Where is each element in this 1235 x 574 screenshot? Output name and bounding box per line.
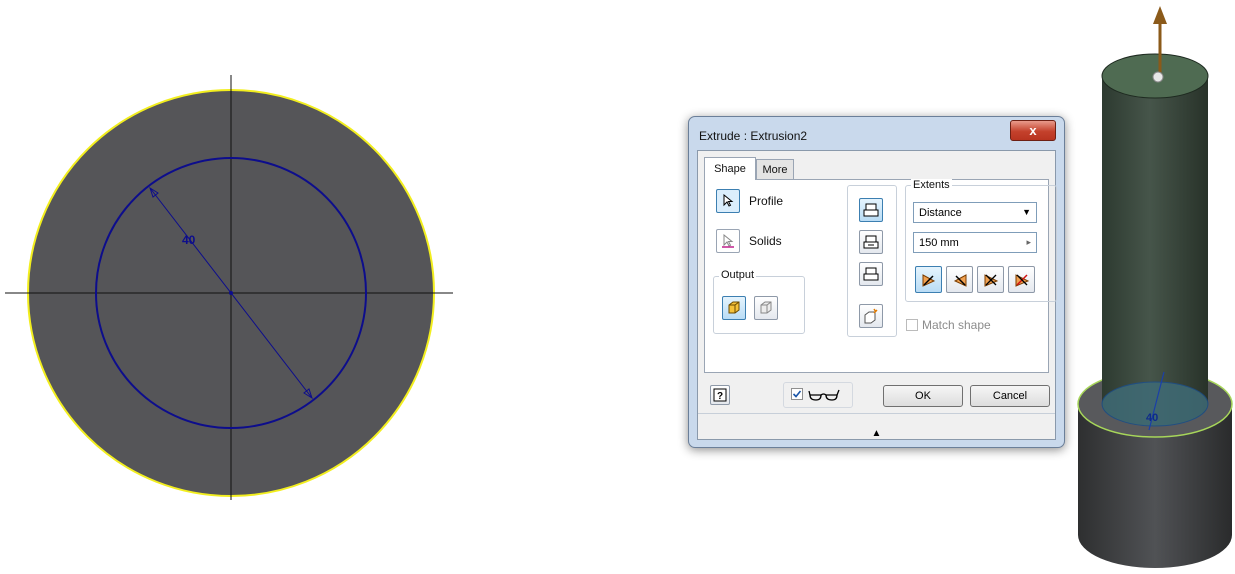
preview-checkbox[interactable] bbox=[791, 388, 803, 400]
help-button[interactable]: ? bbox=[710, 385, 730, 405]
dialog-titlebar[interactable]: Extrude : Extrusion2 x bbox=[689, 117, 1064, 149]
profile-label: Profile bbox=[749, 194, 784, 208]
join-button[interactable] bbox=[859, 198, 883, 222]
new-solid-button[interactable] bbox=[859, 304, 883, 328]
solid-output-button[interactable] bbox=[722, 296, 746, 320]
manipulator-grip bbox=[1152, 71, 1164, 83]
asymmetric-icon bbox=[1015, 273, 1029, 287]
distance-input[interactable]: 150 mm ▸ bbox=[913, 232, 1037, 253]
close-icon: x bbox=[1029, 123, 1037, 138]
shape-tab-panel: Profile Solids Output Extents Distance ▼… bbox=[704, 179, 1057, 373]
tab-more[interactable]: More bbox=[756, 159, 794, 179]
dialog-client: Shape More Profile Solids Output Extents… bbox=[697, 150, 1057, 440]
svg-text:?: ? bbox=[717, 391, 723, 402]
intersect-button[interactable] bbox=[859, 262, 883, 286]
dialog-title: Extrude : Extrusion2 bbox=[699, 129, 808, 143]
distance-value: 150 mm bbox=[919, 236, 959, 249]
cut-button[interactable] bbox=[859, 230, 883, 254]
extrusion-body bbox=[1102, 76, 1208, 426]
symmetric-button[interactable] bbox=[977, 266, 1004, 293]
join-icon bbox=[863, 203, 879, 217]
match-shape-checkbox[interactable] bbox=[906, 319, 918, 331]
direction-1-button[interactable] bbox=[915, 266, 942, 293]
solids-select-button[interactable] bbox=[716, 229, 740, 253]
new-solid-icon bbox=[864, 308, 878, 324]
operations-group bbox=[847, 185, 897, 337]
asymmetric-button[interactable] bbox=[1008, 266, 1035, 293]
match-shape-label: Match shape bbox=[922, 318, 991, 332]
extents-group-title: Extents bbox=[911, 179, 952, 191]
direction-1-icon bbox=[922, 273, 935, 287]
cursor-select-icon bbox=[722, 234, 734, 248]
extents-type-dropdown[interactable]: Distance ▼ bbox=[913, 202, 1037, 223]
close-button[interactable]: x bbox=[1010, 120, 1056, 141]
solid-output-icon bbox=[728, 301, 740, 314]
direction-2-button[interactable] bbox=[946, 266, 973, 293]
sketch-dimension-label: 40 bbox=[182, 233, 196, 247]
surface-output-icon bbox=[760, 301, 772, 314]
symmetric-icon bbox=[984, 273, 998, 287]
cut-icon bbox=[863, 235, 879, 249]
glasses-icon bbox=[808, 389, 840, 401]
direction-2-icon bbox=[953, 273, 966, 287]
extrude-dialog: Extrude : Extrusion2 x Shape More Profil… bbox=[688, 116, 1065, 448]
chevron-down-icon: ▼ bbox=[1022, 207, 1031, 217]
extents-group: Extents Distance ▼ 150 mm ▸ bbox=[905, 179, 1057, 302]
model-view[interactable]: 40 bbox=[1065, 0, 1235, 569]
tab-shape[interactable]: Shape bbox=[704, 157, 756, 180]
intersect-icon bbox=[863, 267, 879, 281]
center-point bbox=[229, 291, 233, 295]
cancel-button[interactable]: Cancel bbox=[970, 385, 1050, 407]
cursor-select-icon bbox=[723, 194, 734, 207]
output-group: Output bbox=[713, 269, 805, 334]
model-dimension-label: 40 bbox=[1146, 412, 1158, 424]
surface-output-button[interactable] bbox=[754, 296, 778, 320]
preview-group bbox=[783, 382, 853, 408]
checkmark-icon bbox=[792, 390, 802, 398]
profile-select-button[interactable] bbox=[716, 189, 740, 213]
solids-label: Solids bbox=[749, 234, 782, 248]
sketch-view[interactable]: 40 bbox=[0, 0, 470, 569]
extents-type-value: Distance bbox=[919, 206, 962, 219]
chevron-right-icon: ▸ bbox=[1026, 237, 1031, 247]
extrude-arrow-head bbox=[1153, 6, 1167, 24]
chevron-up-icon: ▲ bbox=[871, 428, 882, 439]
ok-button[interactable]: OK bbox=[883, 385, 963, 407]
collapse-toggle[interactable]: ▲ bbox=[698, 414, 1055, 439]
help-icon: ? bbox=[713, 388, 727, 402]
output-group-title: Output bbox=[719, 269, 757, 281]
